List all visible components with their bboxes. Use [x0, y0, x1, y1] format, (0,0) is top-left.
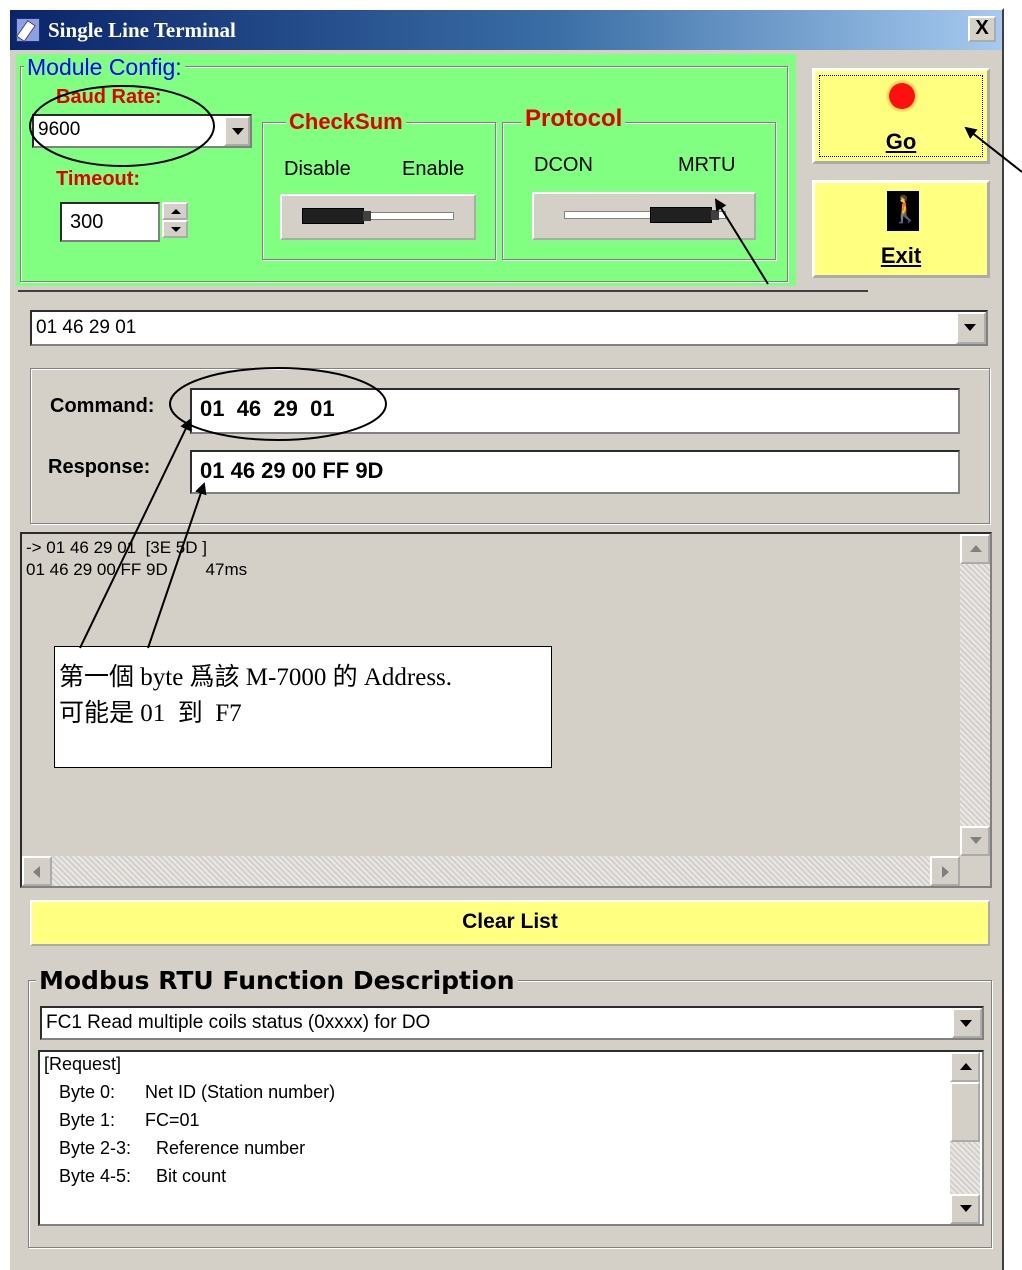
exit-button[interactable]: Exit	[812, 180, 990, 278]
checksum-enable-label: Enable	[402, 158, 465, 180]
log-vertical-scrollbar[interactable]	[960, 534, 990, 856]
module-config-legend: Module Config:	[24, 54, 185, 81]
title-bar[interactable]: Single Line Terminal X	[10, 10, 1002, 50]
protocol-legend: Protocol	[522, 105, 626, 133]
modbus-function-select[interactable]: FC1 Read multiple coils status (0xxxx) f…	[40, 1006, 984, 1040]
log-horizontal-scrollbar[interactable]	[22, 856, 960, 886]
protocol-mrtu-label: MRTU	[678, 154, 736, 176]
scroll-down-icon[interactable]	[950, 1194, 980, 1224]
scroll-left-icon[interactable]	[22, 856, 52, 886]
timeout-spinner[interactable]	[162, 202, 188, 238]
module-config-panel: Module Config: Baud Rate: 9600 Timeout: …	[16, 54, 796, 286]
baud-rate-select[interactable]: 9600	[32, 114, 252, 148]
chevron-down-icon[interactable]	[956, 312, 986, 344]
scroll-down-icon[interactable]	[960, 826, 990, 856]
single-line-terminal-window: Single Line Terminal X Module Config: Ba…	[8, 8, 1004, 1270]
command-history-select[interactable]: 01 46 29 01	[30, 310, 988, 346]
response-value: 01 46 29 00 FF 9D	[200, 458, 384, 483]
desc-line: Byte 1: FC=01	[44, 1110, 200, 1130]
address-callout: 第一個 byte 爲該 M-7000 的 Address. 可能是 01 到 F…	[54, 646, 552, 768]
close-button[interactable]: X	[968, 16, 996, 42]
desc-line: Byte 0: Net ID (Station number)	[44, 1082, 336, 1102]
response-label: Response:	[48, 456, 151, 478]
spin-down-icon[interactable]	[162, 220, 188, 238]
go-button-label: Go	[885, 129, 917, 154]
exit-button-label: Exit	[880, 243, 922, 268]
modbus-description-legend: Modbus RTU Function Description	[36, 966, 518, 995]
baud-rate-value: 9600	[38, 119, 81, 140]
exit-person-icon	[887, 191, 921, 231]
app-icon	[16, 18, 40, 42]
chevron-down-icon[interactable]	[952, 1008, 982, 1038]
chevron-down-icon[interactable]	[224, 116, 250, 146]
scroll-up-icon[interactable]	[960, 534, 990, 564]
timeout-label: Timeout:	[56, 168, 141, 190]
scroll-right-icon[interactable]	[930, 856, 960, 886]
scroll-up-icon[interactable]	[950, 1052, 980, 1082]
response-field: 01 46 29 00 FF 9D	[190, 450, 960, 494]
scroll-thumb[interactable]	[950, 1082, 980, 1142]
desc-line: Byte 2-3: Reference number	[44, 1138, 306, 1158]
command-label: Command:	[50, 395, 155, 417]
desc-vertical-scrollbar[interactable]	[950, 1052, 980, 1224]
protocol-dcon-label: DCON	[534, 154, 593, 176]
timeout-value: 300	[70, 211, 104, 233]
protocol-toggle[interactable]	[532, 192, 756, 240]
lamp-icon	[889, 83, 915, 109]
desc-line: Byte 4-5: Bit count	[44, 1166, 227, 1186]
protocol-thumb[interactable]	[650, 207, 719, 223]
checksum-legend: CheckSum	[286, 109, 406, 135]
command-input[interactable]: 01 46 29 01	[190, 388, 960, 434]
callout-line-2: 可能是 01 到 F7	[59, 700, 242, 727]
modbus-description-text[interactable]: [Request] Byte 0: Net ID (Station number…	[38, 1050, 984, 1226]
log-line-received: 01 46 29 00 FF 9D 47ms	[26, 560, 248, 579]
checksum-toggle[interactable]	[280, 194, 476, 240]
command-history-value: 01 46 29 01	[36, 317, 137, 338]
timeout-input[interactable]: 300	[60, 202, 160, 242]
modbus-function-value: FC1 Read multiple coils status (0xxxx) f…	[46, 1012, 431, 1033]
log-line-sent: -> 01 46 29 01 [3E 5D ]	[26, 538, 207, 557]
go-button[interactable]: Go	[812, 68, 990, 164]
checksum-thumb[interactable]	[302, 208, 371, 224]
window-title: Single Line Terminal	[48, 18, 236, 42]
spin-up-icon[interactable]	[162, 202, 188, 220]
baud-rate-label: Baud Rate:	[56, 86, 162, 108]
callout-line-1: 第一個 byte 爲該 M-7000 的 Address.	[59, 664, 453, 691]
command-value: 01 46 29 01	[200, 396, 335, 421]
divider	[18, 290, 868, 292]
checksum-disable-label: Disable	[284, 158, 351, 180]
desc-line: [Request]	[44, 1054, 122, 1074]
clear-list-button[interactable]: Clear List	[30, 900, 990, 946]
